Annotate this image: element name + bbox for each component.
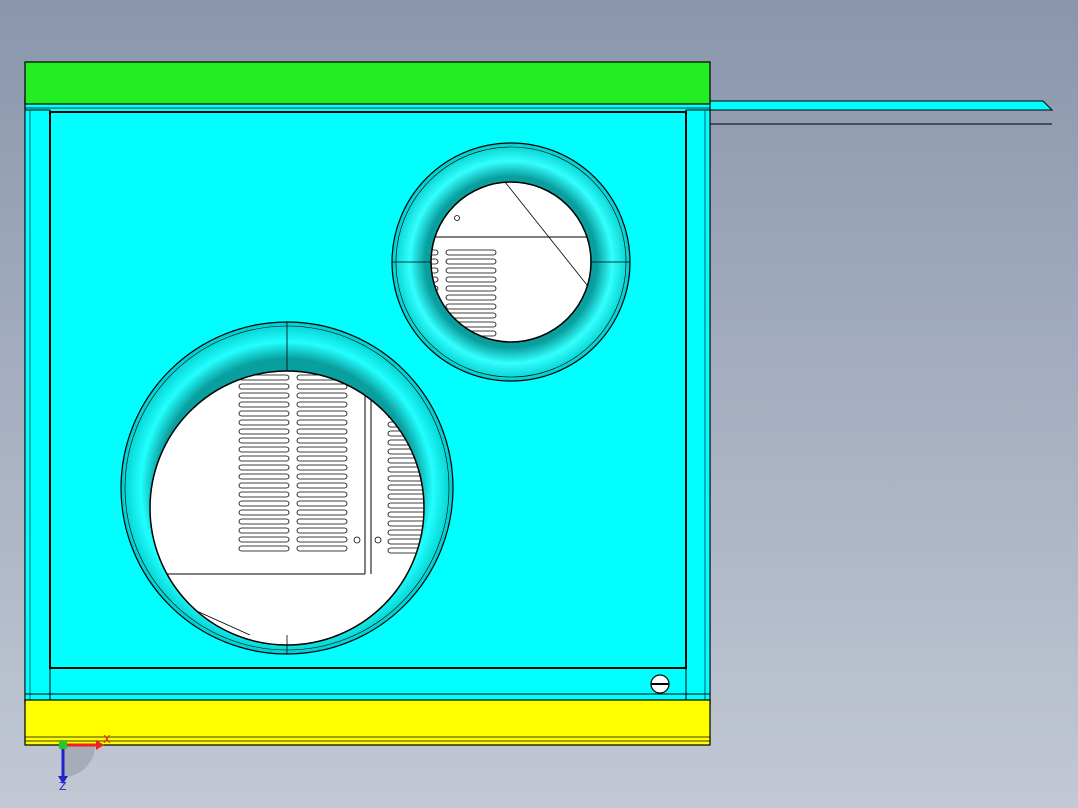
bottom-frame [24, 699, 711, 746]
triad-plane-shade [63, 745, 95, 777]
small-duct-ring [391, 142, 631, 382]
large-duct-ring [120, 321, 454, 655]
x-axis-label: X [103, 733, 111, 746]
top-frame [24, 61, 711, 109]
graphics-viewport[interactable]: X Z [0, 0, 1078, 808]
screw-head [650, 674, 670, 694]
cad-model-view[interactable]: X Z [0, 0, 1078, 808]
z-axis-label: Z [59, 780, 67, 793]
origin-marker [59, 741, 67, 749]
